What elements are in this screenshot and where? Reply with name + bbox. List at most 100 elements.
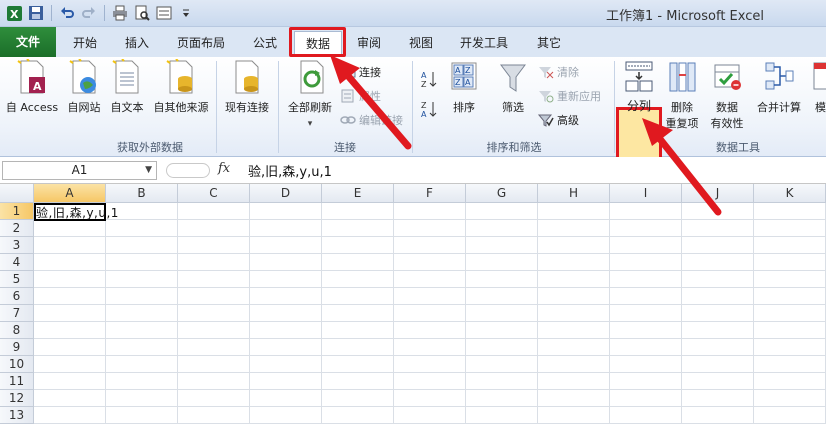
print-preview-icon[interactable] — [132, 3, 152, 23]
cell-h5[interactable] — [538, 271, 610, 288]
filter-button[interactable]: 筛选 — [490, 59, 536, 115]
cell-k5[interactable] — [754, 271, 826, 288]
tab-other[interactable]: 其它 — [526, 31, 572, 57]
column-header-a[interactable]: A — [34, 184, 106, 203]
from-text-button[interactable]: 自文本 — [106, 59, 148, 115]
row-header-2[interactable]: 2 — [0, 220, 34, 237]
formula-input[interactable]: 验,旧,森,y,u,1 — [248, 161, 332, 180]
cell-h11[interactable] — [538, 373, 610, 390]
cell-f7[interactable] — [394, 305, 466, 322]
existing-connections-button[interactable]: 现有连接 — [218, 59, 276, 115]
cell-f9[interactable] — [394, 339, 466, 356]
cell-c6[interactable] — [178, 288, 250, 305]
undo-icon[interactable] — [57, 3, 77, 23]
cell-g11[interactable] — [466, 373, 538, 390]
cell-j10[interactable] — [682, 356, 754, 373]
cell-c1[interactable] — [178, 203, 250, 220]
cell-g8[interactable] — [466, 322, 538, 339]
cell-g13[interactable] — [466, 407, 538, 424]
tab-page-layout[interactable]: 页面布局 — [168, 31, 234, 57]
properties-button[interactable]: 属性 — [340, 88, 381, 104]
cell-e2[interactable] — [322, 220, 394, 237]
cell-b10[interactable] — [106, 356, 178, 373]
consolidate-button[interactable]: 合并计算 — [752, 59, 806, 115]
row-header-5[interactable]: 5 — [0, 271, 34, 288]
column-header-k[interactable]: K — [754, 184, 826, 203]
column-header-d[interactable]: D — [250, 184, 322, 203]
cell-k6[interactable] — [754, 288, 826, 305]
cell-h6[interactable] — [538, 288, 610, 305]
connections-button[interactable]: 连接 — [340, 64, 381, 80]
cell-f3[interactable] — [394, 237, 466, 254]
cell-g2[interactable] — [466, 220, 538, 237]
row-header-7[interactable]: 7 — [0, 305, 34, 322]
cell-i4[interactable] — [610, 254, 682, 271]
data-validation-button[interactable]: 数据 有效性 — [704, 59, 750, 131]
insert-function-icon[interactable]: fx — [218, 161, 230, 176]
column-header-c[interactable]: C — [178, 184, 250, 203]
cell-k9[interactable] — [754, 339, 826, 356]
cell-e1[interactable] — [322, 203, 394, 220]
cell-e13[interactable] — [322, 407, 394, 424]
cell-b2[interactable] — [106, 220, 178, 237]
select-all-corner[interactable] — [0, 184, 34, 203]
cell-k8[interactable] — [754, 322, 826, 339]
cell-f2[interactable] — [394, 220, 466, 237]
cell-d2[interactable] — [250, 220, 322, 237]
cell-d7[interactable] — [250, 305, 322, 322]
cell-k11[interactable] — [754, 373, 826, 390]
cell-d4[interactable] — [250, 254, 322, 271]
cell-h8[interactable] — [538, 322, 610, 339]
tab-file[interactable]: 文件 — [0, 27, 56, 57]
cell-d1[interactable] — [250, 203, 322, 220]
cell-d5[interactable] — [250, 271, 322, 288]
cell-b3[interactable] — [106, 237, 178, 254]
cell-j2[interactable] — [682, 220, 754, 237]
cell-d9[interactable] — [250, 339, 322, 356]
text-to-columns-button[interactable] — [618, 59, 660, 99]
cell-e11[interactable] — [322, 373, 394, 390]
cell-d10[interactable] — [250, 356, 322, 373]
redo-icon[interactable] — [79, 3, 99, 23]
column-header-f[interactable]: F — [394, 184, 466, 203]
cell-b5[interactable] — [106, 271, 178, 288]
tab-home[interactable]: 开始 — [62, 31, 108, 57]
cell-c11[interactable] — [178, 373, 250, 390]
row-header-12[interactable]: 12 — [0, 390, 34, 407]
row-header-6[interactable]: 6 — [0, 288, 34, 305]
cell-h3[interactable] — [538, 237, 610, 254]
cell-h7[interactable] — [538, 305, 610, 322]
tab-view[interactable]: 视图 — [398, 31, 444, 57]
cell-k2[interactable] — [754, 220, 826, 237]
cell-e12[interactable] — [322, 390, 394, 407]
cell-g10[interactable] — [466, 356, 538, 373]
customize-qat-icon[interactable] — [176, 3, 196, 23]
refresh-dropdown-arrow-icon[interactable]: ▾ — [282, 119, 338, 129]
cell-j12[interactable] — [682, 390, 754, 407]
cell-d6[interactable] — [250, 288, 322, 305]
cell-h10[interactable] — [538, 356, 610, 373]
cell-j13[interactable] — [682, 407, 754, 424]
column-header-i[interactable]: I — [610, 184, 682, 203]
cell-i10[interactable] — [610, 356, 682, 373]
cell-i11[interactable] — [610, 373, 682, 390]
row-header-10[interactable]: 10 — [0, 356, 34, 373]
cell-j8[interactable] — [682, 322, 754, 339]
cell-h2[interactable] — [538, 220, 610, 237]
cell-f6[interactable] — [394, 288, 466, 305]
cell-a7[interactable] — [34, 305, 106, 322]
cell-i2[interactable] — [610, 220, 682, 237]
cell-b7[interactable] — [106, 305, 178, 322]
cell-d12[interactable] — [250, 390, 322, 407]
cell-b11[interactable] — [106, 373, 178, 390]
cell-e7[interactable] — [322, 305, 394, 322]
tab-developer[interactable]: 开发工具 — [450, 31, 518, 57]
cell-j5[interactable] — [682, 271, 754, 288]
cell-c8[interactable] — [178, 322, 250, 339]
cell-b4[interactable] — [106, 254, 178, 271]
tab-formulas[interactable]: 公式 — [242, 31, 288, 57]
cell-e5[interactable] — [322, 271, 394, 288]
worksheet-grid[interactable]: A B C D E F G H I J K 1 2 3 4 5 6 7 8 9 10 11 12 13 验,旧,森,y,u,1 — [0, 184, 826, 430]
sort-button[interactable]: A Z Z A 排序 — [444, 59, 484, 115]
cell-k1[interactable] — [754, 203, 826, 220]
